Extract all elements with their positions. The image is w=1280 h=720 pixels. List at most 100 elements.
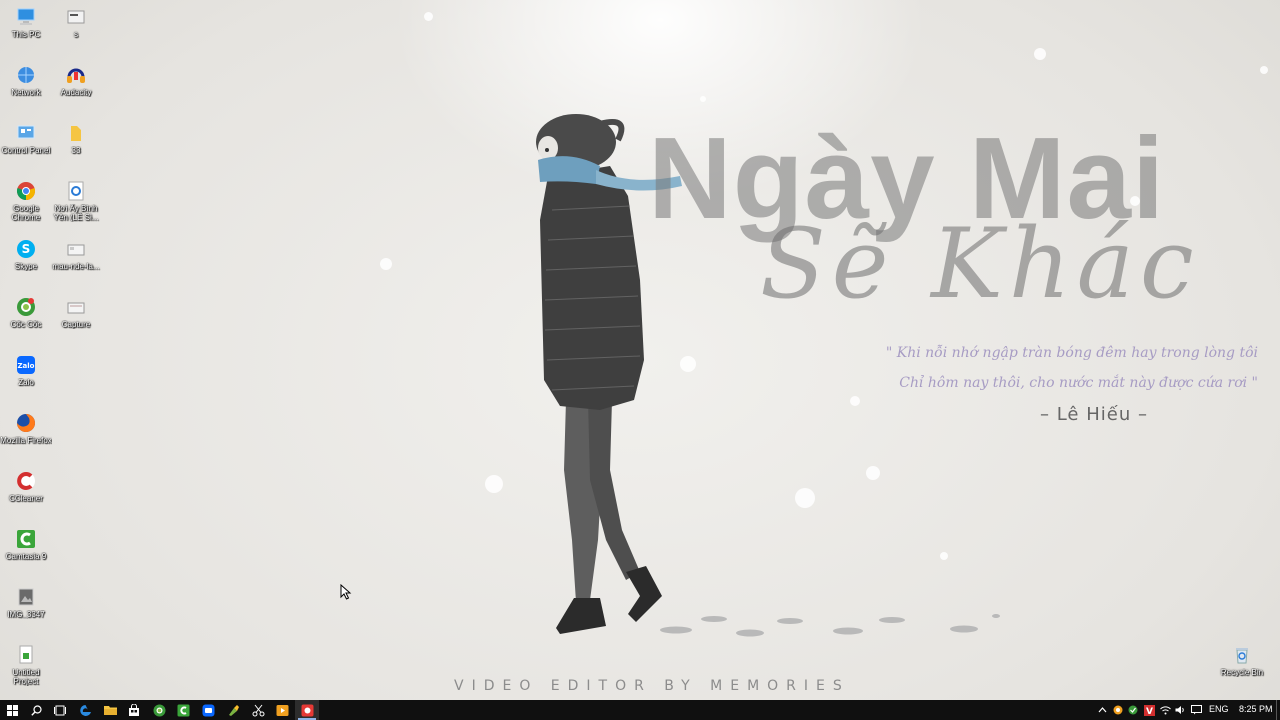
- taskbar-edge[interactable]: [73, 700, 97, 720]
- desktop-icon-zalo[interactable]: Zalo Zalo: [0, 354, 52, 387]
- wifi-icon: [1159, 706, 1171, 715]
- green-app-icon: [1128, 705, 1138, 715]
- desktop-icon-control-panel[interactable]: Control Panel: [0, 122, 52, 155]
- media-player-icon: [276, 704, 288, 716]
- taskbar-paint[interactable]: [221, 700, 245, 720]
- wallpaper-credit: VIDEO EDITOR BY MEMORIES: [454, 678, 850, 694]
- desktop-icon-capture[interactable]: Capture: [50, 296, 102, 329]
- task-view-button[interactable]: [48, 700, 72, 720]
- tray-app[interactable]: [1126, 703, 1140, 717]
- unikey-v-icon: V: [1143, 704, 1155, 716]
- ccleaner-icon: [17, 472, 35, 490]
- desktop-icon-33[interactable]: 33: [50, 122, 102, 155]
- taskbar-snipping-tool[interactable]: [246, 700, 270, 720]
- desktop-icon-label: mau-nde-la...: [52, 262, 100, 271]
- speaker-icon: [1175, 706, 1184, 714]
- firefox-icon: [17, 414, 35, 432]
- computer-icon: [17, 8, 35, 25]
- media-file-icon: [68, 181, 84, 201]
- desktop-icon-s[interactable]: s: [50, 6, 102, 39]
- desktop-icon-network[interactable]: Network: [0, 64, 52, 97]
- desktop-icon-noi-ay-binh-yen[interactable]: Nơi Ấy Bình Yên (LẺ Si...: [50, 180, 102, 222]
- desktop-icon-recycle-bin[interactable]: Recycle Bin: [1216, 644, 1268, 677]
- desktop-icon-label: Capture: [61, 320, 91, 329]
- taskbar-store[interactable]: [122, 700, 146, 720]
- taskbar-camtasia[interactable]: [171, 700, 195, 720]
- desktop-icon-img-3347[interactable]: IMG_3347: [0, 586, 52, 619]
- desktop-icon-audacity[interactable]: Audacity: [50, 64, 102, 97]
- tray-action-center[interactable]: [1189, 703, 1203, 717]
- wallpaper-lyric-line2: Chỉ hôm nay thôi, cho nước mắt này được …: [899, 375, 1258, 391]
- tray-vietnamese-input[interactable]: V: [1142, 703, 1156, 717]
- chrome-icon: [16, 182, 36, 201]
- taskbar-recorder-active[interactable]: [295, 700, 319, 720]
- control-panel-icon: [17, 125, 35, 139]
- store-bag-icon: [129, 704, 139, 716]
- taskbar-media-player[interactable]: [270, 700, 294, 720]
- desktop-icon-google-chrome[interactable]: Google Chrome: [0, 180, 52, 222]
- file-icon: [67, 10, 85, 24]
- network-icon: [18, 67, 34, 83]
- search-icon: [30, 704, 42, 716]
- audacity-icon: [67, 68, 85, 83]
- tray-show-hidden-icons[interactable]: [1095, 703, 1109, 717]
- show-desktop-button[interactable]: [1276, 700, 1280, 720]
- taskbar: V ENG 8:25 PM: [0, 700, 1280, 720]
- desktop-wallpaper: Ngày Mai Sẽ Khác " Khi nỗi nhớ ngập tràn…: [0, 0, 1280, 700]
- camtasia-icon: [177, 704, 189, 716]
- desktop-icon-label: 33: [71, 146, 81, 155]
- search-button[interactable]: [24, 700, 48, 720]
- desktop-icon-skype[interactable]: S Skype: [0, 238, 52, 271]
- wallpaper-lyric-line1: " Khi nỗi nhớ ngập tràn bóng đêm hay tro…: [885, 345, 1258, 361]
- taskbar-coc-coc[interactable]: [147, 700, 171, 720]
- svg-text:Zalo: Zalo: [17, 362, 34, 370]
- desktop-icon-mozilla-firefox[interactable]: Mozilla Firefox: [0, 412, 52, 445]
- desktop-icon-label: This PC: [11, 30, 41, 39]
- edge-icon: [79, 704, 91, 716]
- scissors-icon: [252, 704, 264, 716]
- start-button[interactable]: [0, 700, 24, 720]
- desktop-icon-label: Zalo: [18, 378, 34, 387]
- task-view-icon: [54, 705, 66, 715]
- taskbar-zalo[interactable]: [196, 700, 220, 720]
- skype-icon: S: [17, 240, 35, 258]
- desktop-icon-ccleaner[interactable]: CCleaner: [0, 470, 52, 503]
- wallpaper-artist: – Lê Hiếu –: [1040, 404, 1148, 425]
- desktop-icon-label: Skype: [14, 262, 38, 271]
- tray-volume[interactable]: [1173, 703, 1187, 717]
- desktop-icon-untitled-project[interactable]: Untitled Project: [0, 644, 52, 686]
- svg-text:S: S: [22, 242, 31, 256]
- camtasia-icon: [17, 530, 35, 548]
- paint-brush-icon: [228, 704, 239, 716]
- desktop-icon-label: Mozilla Firefox: [0, 436, 52, 445]
- desktop-icon-mau-nde-la[interactable]: mau-nde-la...: [50, 238, 102, 271]
- desktop-icon-coc-coc[interactable]: Cốc Cốc: [0, 296, 52, 329]
- zalo-icon: Zalo: [17, 356, 35, 374]
- coccoc-icon: [153, 704, 165, 716]
- taskbar-file-explorer[interactable]: [98, 700, 122, 720]
- svg-text:V: V: [1146, 707, 1153, 716]
- tray-network[interactable]: [1158, 703, 1172, 717]
- desktop-icon-label: Audacity: [60, 88, 92, 97]
- desktop-icon-this-pc[interactable]: This PC: [0, 6, 52, 39]
- desktop-icon-label: Network: [11, 88, 41, 97]
- desktop-icon-label: Nơi Ấy Bình Yên (LẺ Si...: [53, 204, 99, 222]
- photo-file-icon: [18, 588, 34, 606]
- tray-clock[interactable]: 8:25 PM: [1239, 704, 1273, 714]
- desktop-icon-label: IMG_3347: [7, 610, 45, 619]
- record-icon: [301, 704, 313, 716]
- folder-icon: [103, 706, 117, 715]
- coccoc-icon: [17, 298, 35, 316]
- desktop-icon-label: Google Chrome: [11, 204, 41, 222]
- windows-logo-icon: [6, 704, 18, 716]
- desktop-icon-camtasia-9[interactable]: Camtasia 9: [0, 528, 52, 561]
- recycle-bin-icon: [1236, 648, 1248, 664]
- notification-icon: [1190, 705, 1202, 715]
- desktop-icon-label: Recycle Bin: [1220, 668, 1264, 677]
- image-file-icon: [67, 302, 85, 314]
- tray-language[interactable]: ENG: [1209, 704, 1229, 714]
- desktop-icon-label: Camtasia 9: [5, 552, 47, 561]
- tray-coc-coc[interactable]: [1111, 703, 1125, 717]
- folder-icon: [71, 126, 81, 141]
- mouse-cursor-icon: [340, 584, 352, 600]
